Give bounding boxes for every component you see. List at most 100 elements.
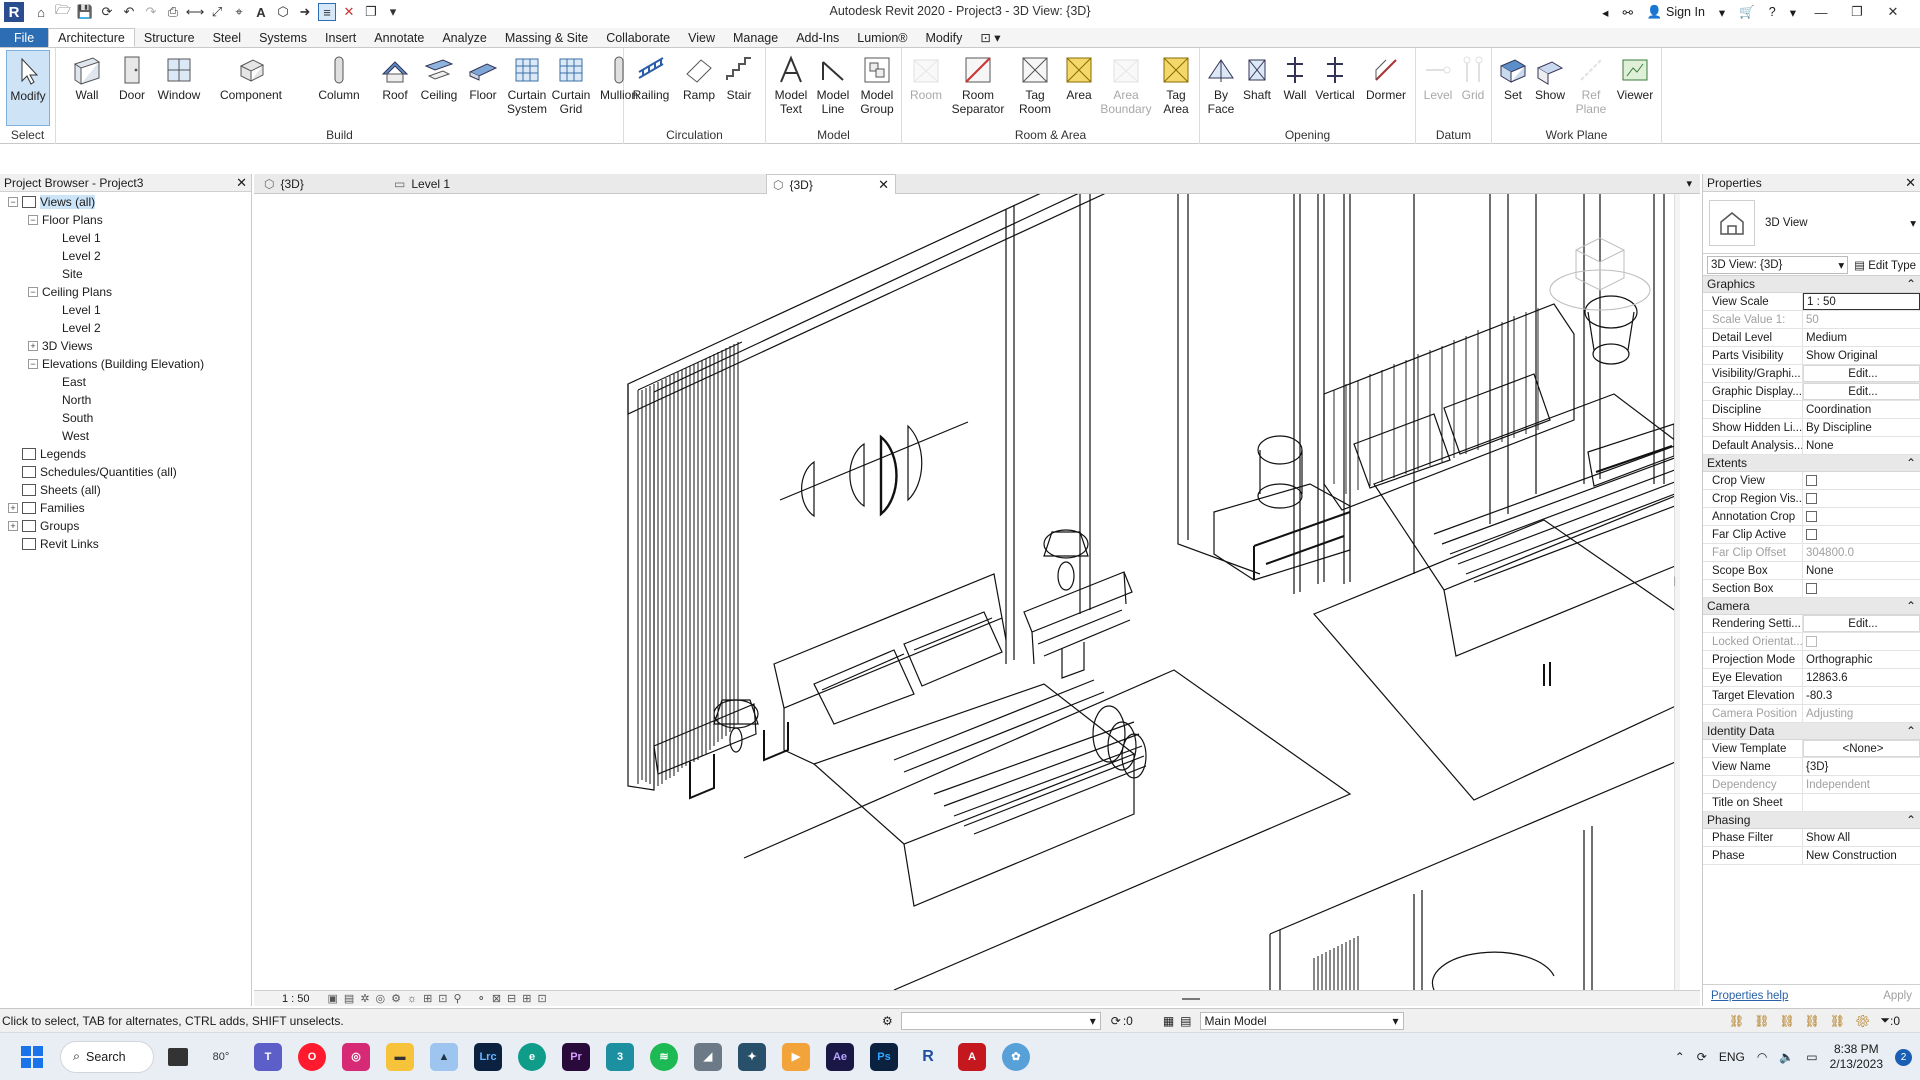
property-value[interactable]: By Discipline	[1803, 419, 1920, 436]
clock[interactable]: 8:38 PM 2/13/2023	[1830, 1042, 1883, 1072]
expand-icon[interactable]: +	[28, 341, 38, 351]
sync-icon[interactable]: ⟳	[98, 3, 116, 21]
tree-node-elevations-building-elevation[interactable]: − Elevations (Building Elevation)	[0, 355, 251, 373]
edge-icon[interactable]: e	[518, 1042, 546, 1071]
property-value[interactable]: 1 : 50	[1803, 293, 1920, 310]
wall-button[interactable]: Wall	[1278, 50, 1312, 126]
tab-annotate[interactable]: Annotate	[365, 28, 433, 47]
properties-help-link[interactable]: Properties help	[1711, 990, 1788, 1002]
viewport-resize-handle[interactable]: |	[1673, 576, 1676, 587]
floor-button[interactable]: Floor	[464, 50, 502, 126]
switch-windows-icon[interactable]: ❐	[362, 3, 380, 21]
volume-icon[interactable]: 🔈	[1779, 1050, 1794, 1064]
property-category-phasing[interactable]: Phasing ⌃	[1703, 812, 1920, 829]
level-button[interactable]: Level	[1420, 50, 1456, 126]
customize-qat-icon[interactable]: ▾	[384, 3, 402, 21]
property-value[interactable]: 12863.6	[1803, 669, 1920, 686]
property-value[interactable]: Orthographic	[1803, 651, 1920, 668]
photoshop-icon[interactable]: Ps	[870, 1042, 898, 1071]
media-player-icon[interactable]: ▶	[782, 1042, 810, 1071]
help-icon[interactable]: ?	[1769, 5, 1776, 19]
open-icon[interactable]: 🗁	[54, 2, 72, 21]
selection-toggle-icons[interactable]: ⛓⛓⛓⛓⛓⚙	[1729, 1014, 1880, 1028]
tab-view[interactable]: View	[679, 28, 724, 47]
tree-node-families[interactable]: + Families	[0, 499, 251, 517]
autocad-icon[interactable]: A	[958, 1042, 986, 1071]
collapse-icon[interactable]: ⌃	[1906, 813, 1916, 827]
property-category-extents[interactable]: Extents ⌃	[1703, 455, 1920, 472]
property-value[interactable]: None	[1803, 437, 1920, 454]
room-separator-button[interactable]: Room Separator	[946, 50, 1010, 126]
expand-icon[interactable]: +	[8, 521, 18, 531]
property-value[interactable]	[1803, 472, 1920, 489]
tree-node-level-1[interactable]: Level 1	[0, 229, 251, 247]
chevron-down-icon[interactable]: ▾	[1719, 5, 1725, 20]
horizontal-scrollbar[interactable]	[1182, 997, 1200, 1000]
property-value[interactable]: New Construction	[1803, 847, 1920, 864]
3ds-max-icon[interactable]: 3	[606, 1042, 634, 1071]
spotify-icon[interactable]: ≋	[650, 1042, 678, 1071]
aligned-dimension-icon[interactable]: ⤢	[208, 3, 226, 21]
chevron-down-icon[interactable]: ▾	[1910, 216, 1916, 230]
grid-button[interactable]: Grid	[1456, 50, 1490, 126]
property-value[interactable]	[1803, 526, 1920, 543]
ramp-button[interactable]: Ramp	[680, 50, 718, 126]
design-options-icon[interactable]: ▦	[1163, 1014, 1174, 1028]
model-group-button[interactable]: Model Group	[854, 50, 900, 126]
property-value[interactable]: Edit...	[1803, 383, 1920, 400]
checkbox[interactable]	[1806, 583, 1817, 594]
checkbox[interactable]	[1806, 511, 1817, 522]
tab-modify[interactable]: Modify	[917, 28, 972, 47]
chevron-left-icon[interactable]: ◂	[1602, 5, 1608, 20]
windows-start-icon[interactable]	[18, 1043, 46, 1071]
tab-steel[interactable]: Steel	[204, 28, 251, 47]
tree-node-3d-views[interactable]: +3D Views	[0, 337, 251, 355]
property-value[interactable]	[1803, 490, 1920, 507]
revit-taskbar-icon[interactable]: R	[914, 1042, 942, 1071]
tree-node-north[interactable]: North	[0, 391, 251, 409]
close-icon[interactable]: ✕	[1905, 175, 1916, 191]
tree-node-west[interactable]: West	[0, 427, 251, 445]
expand-icon[interactable]: +	[8, 503, 18, 513]
save-icon[interactable]: 💾	[76, 3, 94, 21]
column-button[interactable]: Column	[310, 50, 368, 126]
area-button[interactable]: Area	[1062, 50, 1096, 126]
checkbox[interactable]	[1806, 475, 1817, 486]
thin-lines-icon[interactable]: ≡	[318, 3, 336, 21]
tab-collaborate[interactable]: Collaborate	[597, 28, 679, 47]
task-view-icon[interactable]	[168, 1047, 188, 1066]
view-tab-level-1-1[interactable]: ▭ Level 1	[388, 174, 584, 194]
property-value[interactable]	[1803, 508, 1920, 525]
tree-node-site[interactable]: Site	[0, 265, 251, 283]
design-option-dropdown[interactable]: Main Model ▾	[1199, 1011, 1404, 1030]
area-boundary-button[interactable]: Area Boundary	[1098, 50, 1154, 126]
close-icon[interactable]: ✕	[878, 177, 889, 193]
tree-node-sheets-all[interactable]: Sheets (all)	[0, 481, 251, 499]
view-control-icons[interactable]: ▣▤✲◎⚙☼⊞⊡⚲ ⚬⊠⊟⊞⊡	[328, 992, 553, 1005]
property-value[interactable]	[1803, 580, 1920, 597]
language-indicator[interactable]: ENG	[1719, 1050, 1745, 1064]
model-text-button[interactable]: Model Text	[770, 50, 812, 126]
wifi-icon[interactable]: ◠	[1757, 1050, 1767, 1064]
redo-icon[interactable]: ↷	[142, 3, 160, 21]
ref-plane-button[interactable]: Ref Plane	[1572, 50, 1610, 126]
property-value[interactable]: -80.3	[1803, 687, 1920, 704]
binoculars-icon[interactable]: ⚯	[1622, 5, 1632, 20]
tab-add-ins[interactable]: Add-Ins	[787, 28, 848, 47]
tree-node-level-2[interactable]: Level 2	[0, 247, 251, 265]
3d-viewport[interactable]: |	[254, 194, 1680, 990]
show-button[interactable]: Show	[1530, 50, 1570, 126]
collapse-icon[interactable]: ⌃	[1906, 456, 1916, 470]
after-effects-icon[interactable]: Ae	[826, 1042, 854, 1071]
revit-logo-icon[interactable]: R	[4, 2, 24, 22]
property-value[interactable]: None	[1803, 562, 1920, 579]
tab-structure[interactable]: Structure	[135, 28, 204, 47]
property-category-identity-data[interactable]: Identity Data ⌃	[1703, 723, 1920, 740]
roof-button[interactable]: Roof	[376, 50, 414, 126]
sync-tray-icon[interactable]: ⟳	[1697, 1050, 1707, 1064]
collapse-icon[interactable]: −	[8, 197, 18, 207]
sketchup-icon[interactable]: ✦	[738, 1042, 766, 1071]
weather-icon[interactable]: 80°	[204, 1043, 238, 1071]
collapse-icon[interactable]: ⌃	[1906, 724, 1916, 738]
checkbox[interactable]	[1806, 493, 1817, 504]
